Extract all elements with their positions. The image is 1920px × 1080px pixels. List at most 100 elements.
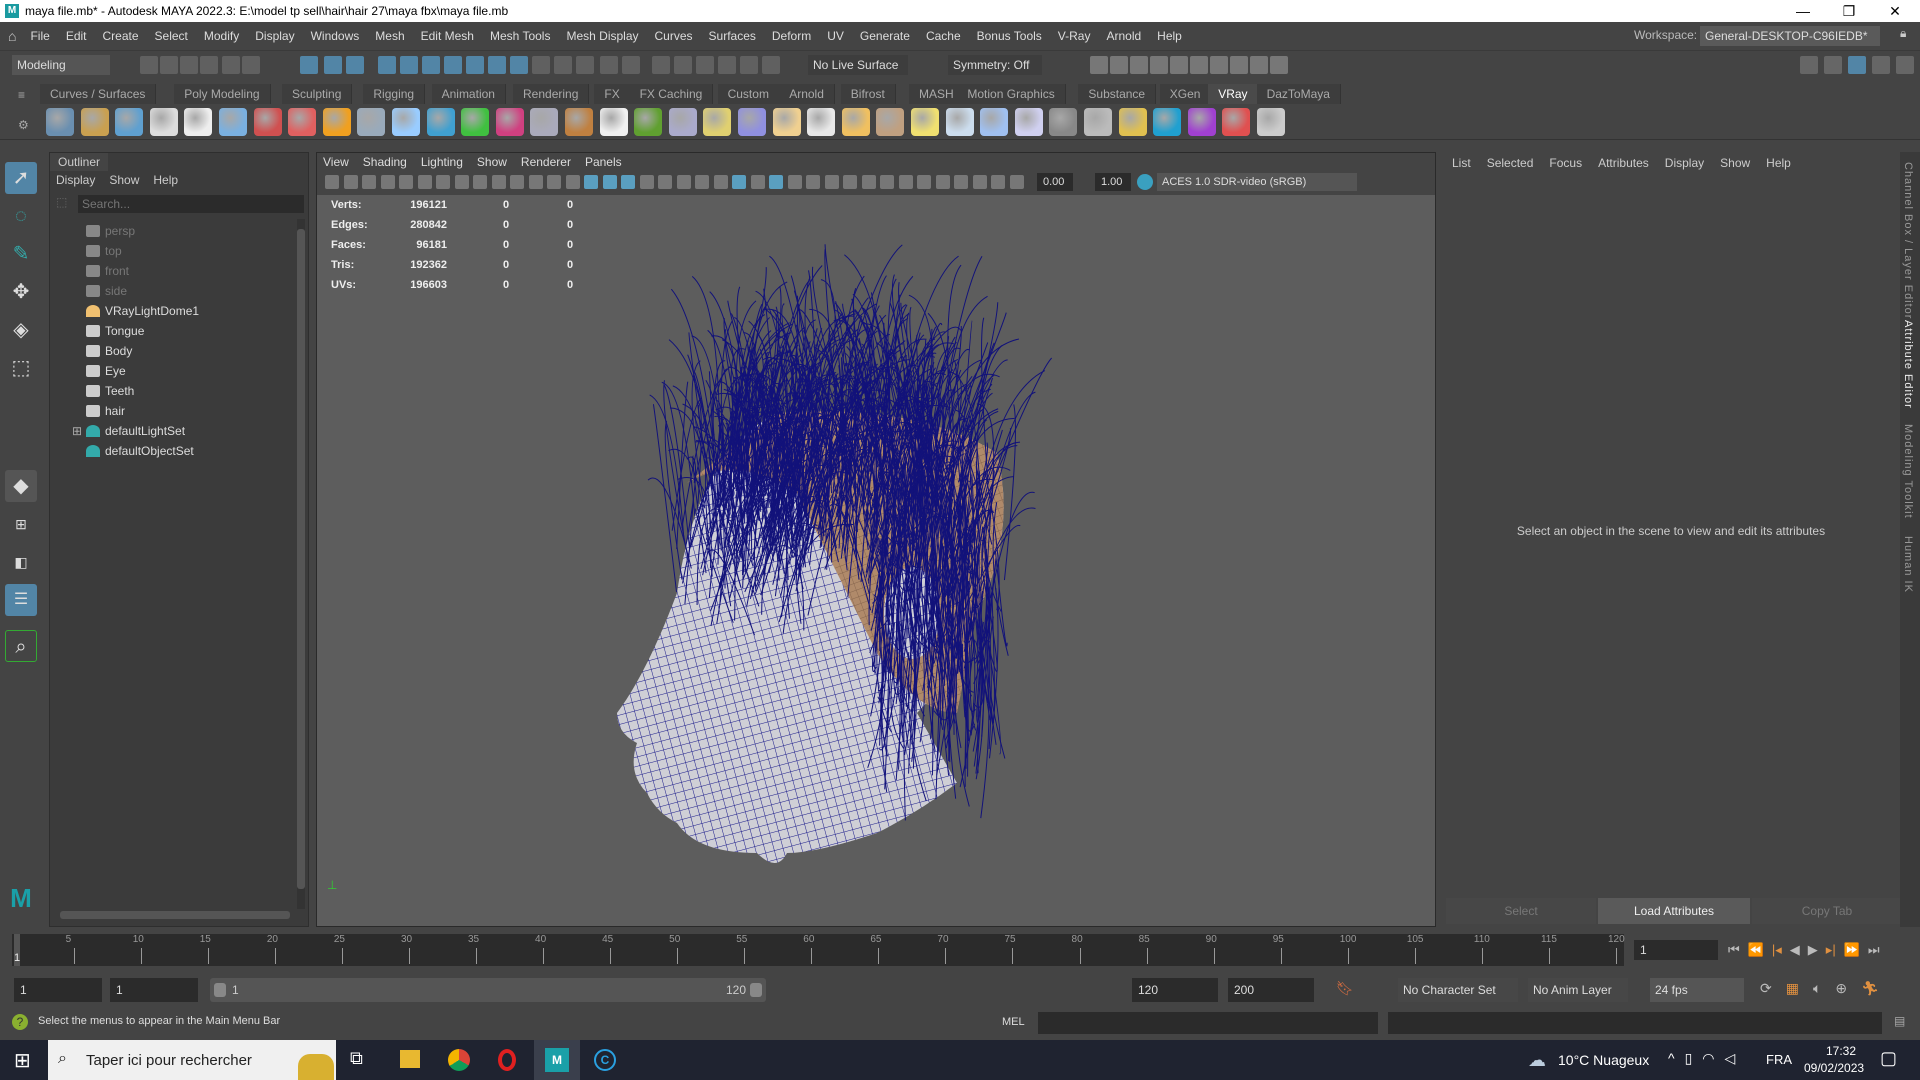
- menu-edit-mesh[interactable]: Edit Mesh: [413, 29, 482, 43]
- command-language-label[interactable]: MEL: [1002, 1016, 1025, 1028]
- shelf-tab-vray[interactable]: VRay: [1208, 84, 1259, 104]
- cache-playback-icon[interactable]: ▦: [1786, 980, 1799, 997]
- playback-start-field[interactable]: 1: [110, 978, 198, 1002]
- status-tool-icon[interactable]: [324, 56, 342, 74]
- menu-edit[interactable]: Edit: [58, 29, 95, 43]
- scale-tool-icon[interactable]: ⬚: [5, 352, 37, 384]
- select-tool-icon[interactable]: ➚: [5, 162, 37, 194]
- menu-surfaces[interactable]: Surfaces: [701, 29, 764, 43]
- menu-mesh-tools[interactable]: Mesh Tools: [482, 29, 558, 43]
- vray-shelf-tool-icon[interactable]: [668, 108, 697, 136]
- status-tool-icon[interactable]: [378, 56, 396, 74]
- render-tool-icon[interactable]: [1210, 56, 1228, 74]
- outliner-horizontal-scrollbar[interactable]: [60, 911, 290, 919]
- maya-taskbar-button[interactable]: M: [534, 1040, 580, 1080]
- status-tool-icon[interactable]: [576, 56, 594, 74]
- menu-uv[interactable]: UV: [819, 29, 852, 43]
- current-frame-field[interactable]: 1: [1634, 940, 1718, 960]
- shelf-tab-curves-surfaces[interactable]: Curves / Surfaces: [40, 84, 157, 104]
- chrome-icon[interactable]: [448, 1049, 470, 1071]
- vray-shelf-tool-icon[interactable]: [703, 108, 732, 136]
- shelf-settings-icon[interactable]: ⚙: [18, 118, 29, 132]
- status-tool-icon[interactable]: [140, 56, 158, 74]
- auto-key-icon[interactable]: 🏃︎: [1861, 980, 1879, 997]
- render-tool-icon[interactable]: [1270, 56, 1288, 74]
- status-tool-icon[interactable]: [740, 56, 758, 74]
- expand-icon[interactable]: ⊞: [72, 421, 82, 441]
- vray-shelf-tool-icon[interactable]: [426, 108, 455, 136]
- shelf-tab-rendering[interactable]: Rendering: [513, 84, 590, 104]
- load-attributes-button[interactable]: Load Attributes: [1598, 898, 1750, 924]
- menu-modify[interactable]: Modify: [196, 29, 247, 43]
- status-tool-icon[interactable]: [652, 56, 670, 74]
- symmetry-dropdown[interactable]: Symmetry: Off: [948, 55, 1042, 75]
- step-back-key-icon[interactable]: ⏪: [1748, 942, 1764, 958]
- render-tool-icon[interactable]: [1090, 56, 1108, 74]
- time-slider[interactable]: 5 10 15 20 25 30 35 40 45 50 55 60 65 70 75 80 85 90 95 100…: [0, 930, 1920, 970]
- status-tool-icon[interactable]: [242, 56, 260, 74]
- render-tool-icon[interactable]: [1230, 56, 1248, 74]
- outliner-item-defaultlightset[interactable]: ⊞ defaultLightSet: [50, 421, 290, 441]
- shelf-tab-bifrost[interactable]: Bifrost: [840, 84, 896, 104]
- two-view-icon[interactable]: ◧: [5, 546, 37, 578]
- range-slider[interactable]: 1 120: [210, 978, 766, 1002]
- windows-start-icon[interactable]: ⊞: [14, 1048, 31, 1073]
- play-forward-icon[interactable]: ▶: [1808, 942, 1818, 958]
- vray-shelf-tool-icon[interactable]: [322, 108, 351, 136]
- opera-icon[interactable]: [498, 1049, 516, 1071]
- vray-shelf-tool-icon[interactable]: [1049, 108, 1078, 136]
- panel-toggle-icon[interactable]: [1896, 56, 1914, 74]
- render-tool-icon[interactable]: [1170, 56, 1188, 74]
- lasso-tool-icon[interactable]: ◌: [5, 200, 37, 232]
- lock-icon[interactable]: 🔒︎: [1900, 26, 1906, 41]
- attribute-menu-list[interactable]: List: [1452, 156, 1471, 170]
- vray-shelf-tool-icon[interactable]: [945, 108, 974, 136]
- shelf-tab-sculpting[interactable]: Sculpting: [282, 84, 353, 104]
- sound-icon[interactable]: 🔈︎: [1813, 980, 1821, 997]
- menu-create[interactable]: Create: [95, 29, 147, 43]
- status-tool-icon[interactable]: [600, 56, 618, 74]
- outliner-item-defaultobjectset[interactable]: defaultObjectSet: [50, 441, 290, 461]
- outliner-item-body[interactable]: Body: [50, 341, 290, 361]
- loop-icon[interactable]: ⟳: [1760, 980, 1772, 997]
- input-language[interactable]: FRA: [1766, 1052, 1792, 1067]
- status-tool-icon[interactable]: [622, 56, 640, 74]
- vray-shelf-tool-icon[interactable]: [599, 108, 628, 136]
- outliner-menu-display[interactable]: Display: [56, 173, 95, 187]
- select-button[interactable]: Select: [1446, 898, 1596, 924]
- shelf-tab-fx-caching[interactable]: FX Caching: [629, 84, 714, 104]
- vray-shelf-tool-icon[interactable]: [461, 108, 490, 136]
- vray-shelf-tool-icon[interactable]: [772, 108, 801, 136]
- step-back-frame-icon[interactable]: |◂: [1772, 942, 1782, 958]
- shelf-tab-mash[interactable]: MASH: [909, 84, 965, 104]
- menu-mesh[interactable]: Mesh: [367, 29, 412, 43]
- tab-attribute-editor[interactable]: Attribute Editor: [1902, 320, 1914, 409]
- outliner-layout-icon[interactable]: ☰: [5, 584, 37, 616]
- outliner-menu-show[interactable]: Show: [109, 173, 139, 187]
- status-tool-icon[interactable]: [422, 56, 440, 74]
- outliner-menu-help[interactable]: Help: [153, 173, 178, 187]
- vray-shelf-tool-icon[interactable]: [357, 108, 386, 136]
- workspace-dropdown[interactable]: General-DESKTOP-C96IEDB*: [1700, 26, 1880, 46]
- attribute-menu-selected[interactable]: Selected: [1487, 156, 1534, 170]
- menu-select[interactable]: Select: [147, 29, 196, 43]
- outliner-item-tongue[interactable]: Tongue: [50, 321, 290, 341]
- four-view-icon[interactable]: ⊞: [5, 508, 37, 540]
- clock-time[interactable]: 17:32: [1816, 1044, 1866, 1058]
- shelf-tab-xgen[interactable]: XGen: [1159, 84, 1212, 104]
- vray-shelf-tool-icon[interactable]: [80, 108, 109, 136]
- attribute-menu-display[interactable]: Display: [1665, 156, 1704, 170]
- vray-shelf-tool-icon[interactable]: [288, 108, 317, 136]
- tab-modeling-toolkit[interactable]: Modeling Toolkit: [1902, 424, 1914, 519]
- status-tool-icon[interactable]: [696, 56, 714, 74]
- menu-bonus-tools[interactable]: Bonus Tools: [969, 29, 1050, 43]
- status-tool-icon[interactable]: [346, 56, 364, 74]
- vray-shelf-tool-icon[interactable]: [738, 108, 766, 136]
- vray-shelf-tool-icon[interactable]: [1187, 108, 1216, 136]
- vray-shelf-tool-icon[interactable]: [495, 108, 524, 136]
- animation-preferences-icon[interactable]: ⊕: [1835, 980, 1847, 997]
- minimize-button[interactable]: —: [1780, 0, 1826, 22]
- vray-shelf-tool-icon[interactable]: [184, 108, 213, 136]
- single-view-icon[interactable]: ◆: [5, 470, 37, 502]
- vray-shelf-tool-icon[interactable]: [1014, 108, 1043, 136]
